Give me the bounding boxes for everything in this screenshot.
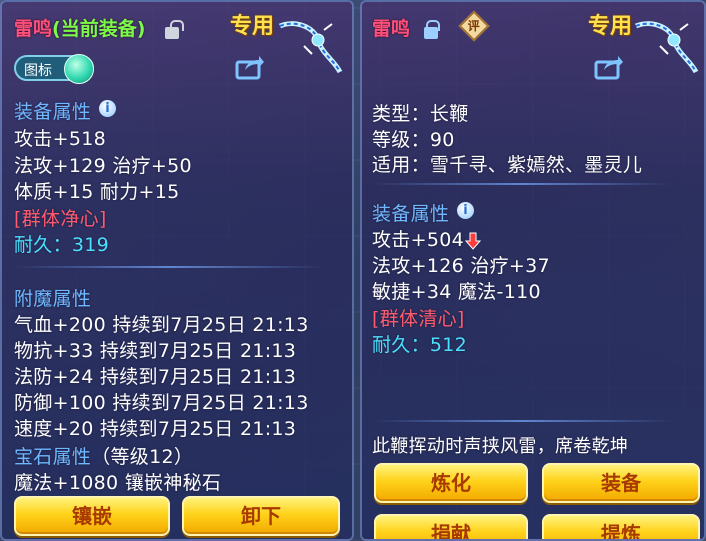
stat-line: 敏捷+34 魔法-110 (372, 281, 541, 303)
whip-weapon-icon (635, 21, 699, 74)
type-line: 类型：长鞭 (372, 103, 469, 125)
stat-attack-row: 攻击+504 (372, 225, 481, 252)
icon-toggle[interactable]: 图标 (14, 54, 94, 84)
gem-header: 宝石属性 (14, 446, 92, 468)
extract-button[interactable]: 提炼 (542, 514, 700, 539)
current-equipment-tooltip: 雷鸣(当前装备) 专用 图标 装备属性 i 攻击+518 法攻+129 治疗+5… (0, 0, 354, 541)
gem-level: （等级12） (91, 446, 194, 468)
evaluate-badge-label: 评 (467, 18, 480, 33)
share-icon[interactable] (235, 54, 265, 80)
enchant-header: 附魔属性 (14, 288, 92, 310)
fit-line: 适用：雪千寻、紫嫣然、墨灵儿 (372, 154, 643, 176)
enchant-line: 防御+100 持续到7月25日 21:13 (14, 392, 309, 414)
divider (14, 266, 324, 268)
gem-line: 魔法+1080 镶嵌神秘石 (14, 472, 222, 494)
lock-icon[interactable] (424, 20, 440, 39)
stat-line: 攻击+518 (14, 128, 106, 150)
durability: 耐久：319 (14, 234, 110, 256)
donate-button[interactable]: 捐献 (374, 514, 528, 539)
enchant-line: 气血+200 持续到7月25日 21:13 (14, 314, 309, 336)
durability: 耐久：512 (372, 334, 468, 356)
level-line: 等级：90 (372, 129, 455, 151)
toggle-label: 图标 (24, 63, 52, 79)
stat-attack: 攻击+504 (372, 229, 464, 251)
equip-attr-header: 装备属性 (14, 101, 92, 123)
equip-button[interactable]: 装备 (542, 463, 700, 503)
enchant-line: 法防+24 持续到7月25日 21:13 (14, 366, 297, 388)
arrow-down-icon (465, 232, 481, 250)
divider (372, 420, 672, 422)
enchant-line: 物抗+33 持续到7月25日 21:13 (14, 340, 297, 362)
item-title: 雷鸣(当前装备) (14, 14, 145, 41)
unlock-icon[interactable] (165, 20, 184, 39)
enchant-line: 速度+20 持续到7月25日 21:13 (14, 418, 297, 440)
stat-line: 体质+15 耐力+15 (14, 181, 180, 203)
compare-equipment-tooltip: 雷鸣 专用 类型：长鞭 等级：90 适用：雪千寻、紫嫣然、墨灵儿 装备属性 i … (360, 0, 706, 541)
divider (372, 183, 672, 185)
inlay-button[interactable]: 镶嵌 (14, 496, 170, 536)
info-icon[interactable]: i (99, 100, 116, 117)
item-description: 此鞭挥动时声挟风雷，席卷乾坤 (372, 436, 629, 457)
share-icon[interactable] (594, 54, 624, 80)
special-skill: [群体净心] (14, 208, 107, 230)
stat-line: 法攻+129 治疗+50 (14, 155, 192, 177)
equip-attr-header: 装备属性 (372, 203, 450, 225)
unequip-button[interactable]: 卸下 (182, 496, 340, 536)
refine-button[interactable]: 炼化 (374, 463, 528, 503)
equipped-label: (当前装备) (52, 18, 146, 40)
exclusive-badge: 专用 (588, 14, 633, 39)
item-name: 雷鸣 (372, 18, 411, 40)
toggle-knob (64, 54, 94, 84)
exclusive-badge: 专用 (230, 14, 275, 39)
whip-weapon-icon (279, 21, 343, 74)
special-skill: [群体清心] (372, 308, 465, 330)
item-name: 雷鸣 (14, 18, 53, 40)
stat-line: 法攻+126 治疗+37 (372, 255, 550, 277)
gem-attr-row: 宝石属性（等级12） (14, 442, 193, 469)
info-icon[interactable]: i (457, 202, 474, 219)
